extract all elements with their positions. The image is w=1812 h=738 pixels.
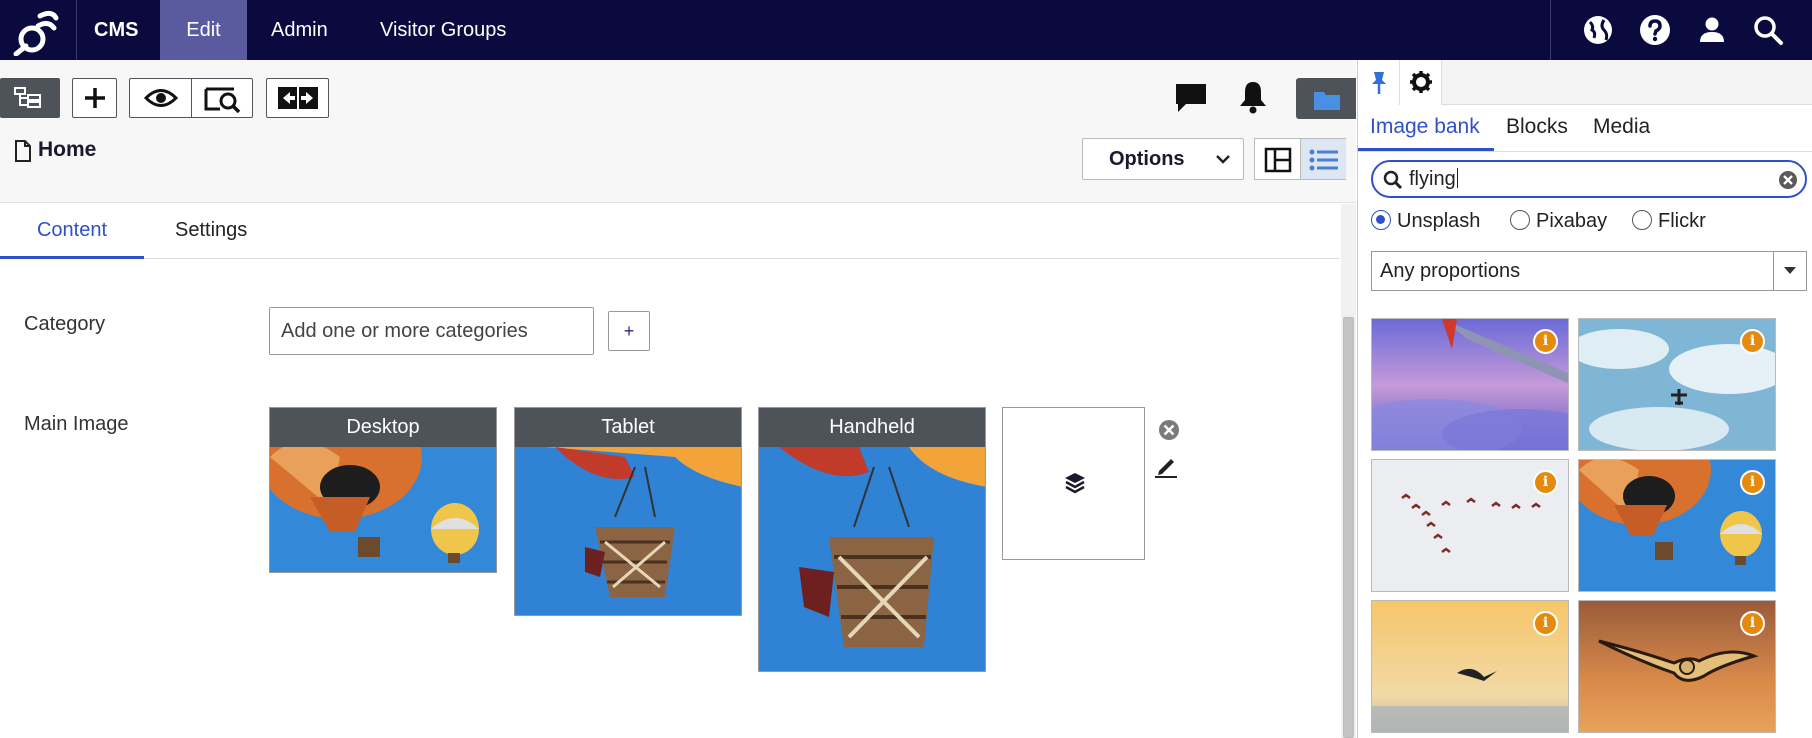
help-icon[interactable] — [1637, 12, 1673, 48]
chevron-down-icon — [1216, 155, 1230, 164]
divider — [191, 79, 192, 117]
search-icon[interactable] — [1750, 12, 1786, 48]
assets-panel-toggle[interactable] — [1296, 78, 1356, 119]
nav-divider — [1550, 0, 1551, 60]
globe-icon[interactable] — [1580, 12, 1616, 48]
panel-topbar — [1358, 60, 1812, 105]
preview-icon[interactable] — [144, 87, 178, 109]
rendition-label: Tablet — [515, 408, 741, 447]
layout-toggle-group — [1254, 138, 1346, 180]
radio-flickr[interactable] — [1632, 210, 1652, 230]
nav-admin[interactable]: Admin — [271, 0, 328, 60]
compare-button[interactable] — [266, 78, 329, 118]
nav-visitor-groups[interactable]: Visitor Groups — [380, 0, 506, 60]
list-layout-icon[interactable] — [1309, 148, 1339, 172]
source-label: Unsplash — [1397, 210, 1481, 232]
balloon-basket-image — [515, 447, 741, 615]
source-label: Flickr — [1658, 210, 1706, 232]
content-tabs: Content Settings — [0, 204, 1340, 259]
image-search-input[interactable]: flying — [1371, 160, 1807, 198]
category-input[interactable]: Add one or more categories — [269, 307, 594, 355]
comments-icon[interactable] — [1174, 82, 1208, 114]
pin-button[interactable] — [1358, 60, 1400, 105]
tab-divider — [1358, 151, 1812, 152]
tab-content[interactable]: Content — [0, 204, 144, 259]
logo[interactable] — [0, 0, 77, 60]
page-title: Home — [38, 138, 97, 161]
search-value: flying — [1409, 168, 1458, 190]
optimizely-logo-icon — [13, 10, 59, 56]
proportions-value: Any proportions — [1380, 260, 1521, 282]
result-thumbnail[interactable]: i — [1371, 318, 1569, 451]
top-navigation: CMS Edit Admin Visitor Groups — [0, 0, 1812, 60]
page-icon — [15, 140, 31, 162]
editor-toolbar: Home Options — [0, 60, 1356, 203]
tab-image-bank[interactable]: Image bank — [1370, 115, 1480, 139]
rendition-handheld[interactable]: Handheld — [758, 407, 986, 672]
rendition-label: Desktop — [270, 408, 496, 447]
scrollbar-thumb[interactable] — [1343, 317, 1354, 738]
search-icon — [1383, 170, 1403, 190]
result-thumbnail[interactable]: i — [1371, 459, 1569, 592]
pin-icon — [1372, 72, 1386, 94]
result-thumbnail[interactable]: i — [1578, 600, 1776, 733]
add-button[interactable] — [72, 78, 117, 118]
radio-unsplash[interactable] — [1371, 210, 1391, 230]
tab-settings[interactable]: Settings — [175, 204, 247, 259]
proportions-select[interactable]: Any proportions — [1371, 251, 1807, 291]
main-image-label: Main Image — [24, 413, 129, 435]
result-thumbnail[interactable]: i — [1578, 459, 1776, 592]
split-layout-icon[interactable] — [1264, 147, 1292, 173]
assets-panel: Image bank Blocks Media flying Unsplash … — [1357, 60, 1812, 738]
user-icon[interactable] — [1694, 12, 1730, 48]
nav-cms[interactable]: CMS — [94, 0, 138, 60]
view-mode-group — [129, 78, 253, 118]
category-label: Category — [24, 313, 106, 335]
tab-media[interactable]: Media — [1593, 115, 1650, 139]
rendition-label: Handheld — [759, 408, 985, 447]
balloon-image — [270, 447, 496, 572]
divider — [1300, 139, 1301, 179]
info-badge[interactable]: i — [1740, 470, 1765, 495]
rendition-tablet[interactable]: Tablet — [514, 407, 742, 616]
dropdown-toggle[interactable] — [1773, 252, 1806, 290]
clear-search-icon[interactable] — [1777, 169, 1799, 191]
image-picker-box[interactable] — [1002, 407, 1145, 560]
assets-folder-icon — [1314, 92, 1340, 110]
add-category-button[interactable]: + — [608, 311, 650, 351]
source-flickr[interactable]: Flickr — [1632, 210, 1706, 236]
radio-pixabay[interactable] — [1510, 210, 1530, 230]
add-icon — [85, 88, 105, 108]
balloon-basket-closeup-image — [759, 447, 985, 671]
panel-settings-button[interactable] — [1400, 60, 1442, 105]
info-badge[interactable]: i — [1533, 329, 1558, 354]
source-label: Pixabay — [1536, 210, 1608, 232]
clear-image-icon[interactable] — [1157, 418, 1181, 442]
tab-blocks[interactable]: Blocks — [1506, 115, 1568, 139]
notifications-icon[interactable] — [1237, 80, 1269, 114]
view-on-site-icon[interactable] — [204, 85, 242, 113]
options-dropdown[interactable]: Options — [1082, 138, 1244, 180]
gear-icon — [1410, 71, 1432, 93]
page-tree-icon — [14, 87, 41, 108]
editor-scrollbar[interactable] — [1341, 204, 1356, 738]
options-label: Options — [1109, 148, 1185, 170]
result-thumbnail[interactable]: i — [1371, 600, 1569, 733]
rendition-desktop[interactable]: Desktop — [269, 407, 497, 573]
info-badge[interactable]: i — [1740, 329, 1765, 354]
info-badge[interactable]: i — [1740, 611, 1765, 636]
source-unsplash[interactable]: Unsplash — [1371, 210, 1480, 236]
result-thumbnail[interactable]: i — [1578, 318, 1776, 451]
info-badge[interactable]: i — [1533, 470, 1558, 495]
layers-icon — [1065, 473, 1085, 494]
nav-edit[interactable]: Edit — [160, 0, 247, 60]
page-tree-button[interactable] — [0, 78, 60, 118]
source-pixabay[interactable]: Pixabay — [1510, 210, 1607, 236]
edit-image-icon[interactable] — [1153, 453, 1179, 479]
info-badge[interactable]: i — [1533, 611, 1558, 636]
compare-icon — [278, 87, 318, 109]
caret-down-icon — [1784, 267, 1796, 274]
